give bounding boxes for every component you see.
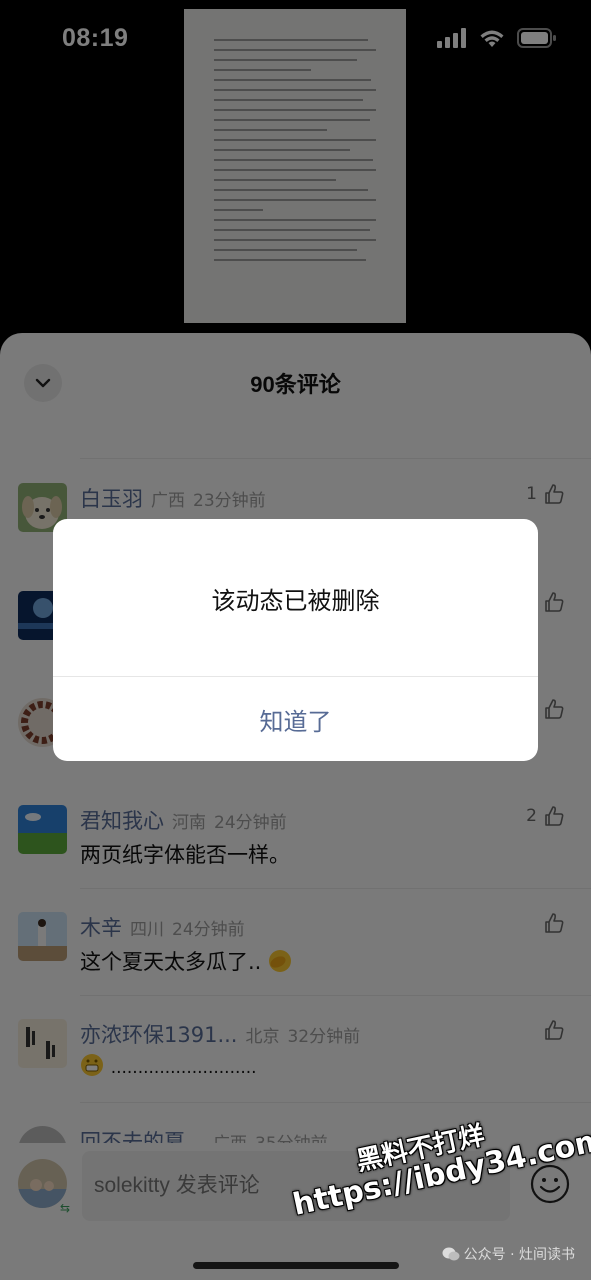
wechat-icon [442, 1247, 460, 1261]
watermark-source: 公众号 · 灶间读书 [442, 1244, 575, 1264]
deleted-post-dialog: 该动态已被删除 知道了 [53, 519, 538, 761]
watermark-source-text: 公众号 · 灶间读书 [463, 1247, 575, 1263]
dialog-message: 该动态已被删除 [211, 586, 380, 615]
dialog-confirm-button[interactable]: 知道了 [53, 677, 538, 761]
